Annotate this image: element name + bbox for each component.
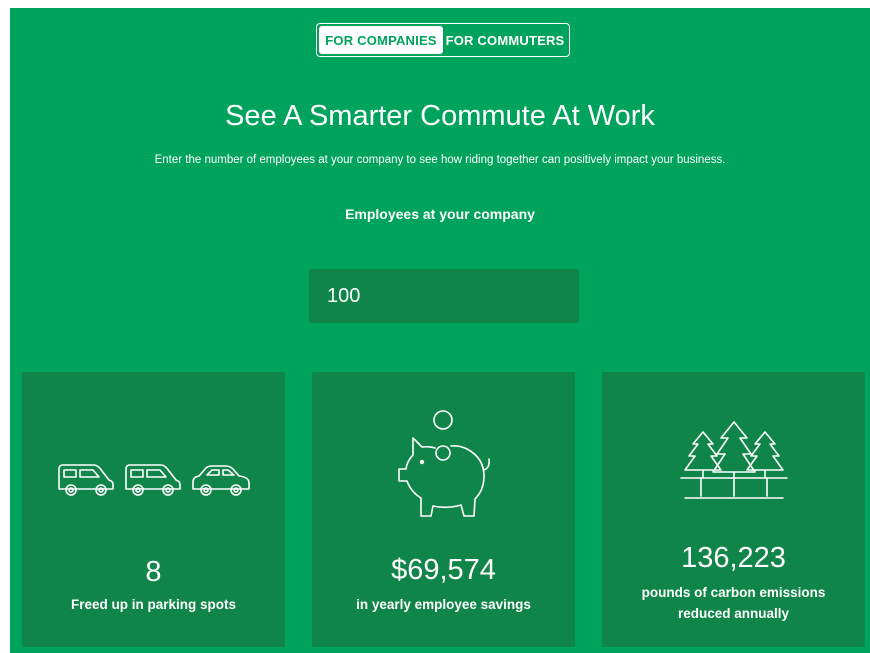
- parking-spots-value: 8: [145, 556, 162, 588]
- savings-stat-card: $69,574 in yearly employee savings: [312, 372, 575, 647]
- vehicles-icon: [22, 460, 285, 500]
- trees-icon: [602, 420, 865, 508]
- carbon-label-line1: pounds of carbon emissions: [641, 585, 826, 600]
- parking-stat-card: 8 Freed up in parking spots: [22, 372, 285, 647]
- page-title: See A Smarter Commute At Work: [225, 100, 655, 132]
- parking-spots-label: Freed up in parking spots: [70, 597, 237, 612]
- audience-toggle: FOR COMPANIES FOR COMMUTERS: [316, 23, 570, 57]
- employees-input[interactable]: [309, 269, 579, 323]
- tab-for-companies[interactable]: FOR COMPANIES: [319, 26, 443, 54]
- carbon-stat-card: 136,223 pounds of carbon emissions reduc…: [602, 372, 865, 647]
- carbon-value: 136,223: [681, 542, 786, 574]
- calculator-section: FOR COMPANIES FOR COMMUTERS See A Smarte…: [10, 8, 870, 653]
- page-subtitle: Enter the number of employees at your co…: [154, 154, 726, 166]
- tab-for-commuters[interactable]: FOR COMMUTERS: [443, 26, 567, 54]
- carbon-label: pounds of carbon emissions reduced annua…: [602, 582, 865, 624]
- yearly-savings-label: in yearly employee savings: [356, 597, 531, 612]
- carbon-label-line2: reduced annually: [677, 606, 790, 621]
- employees-label: Employees at your company: [345, 206, 535, 222]
- yearly-savings-value: $69,574: [391, 554, 496, 586]
- piggy-bank-icon: [312, 406, 575, 518]
